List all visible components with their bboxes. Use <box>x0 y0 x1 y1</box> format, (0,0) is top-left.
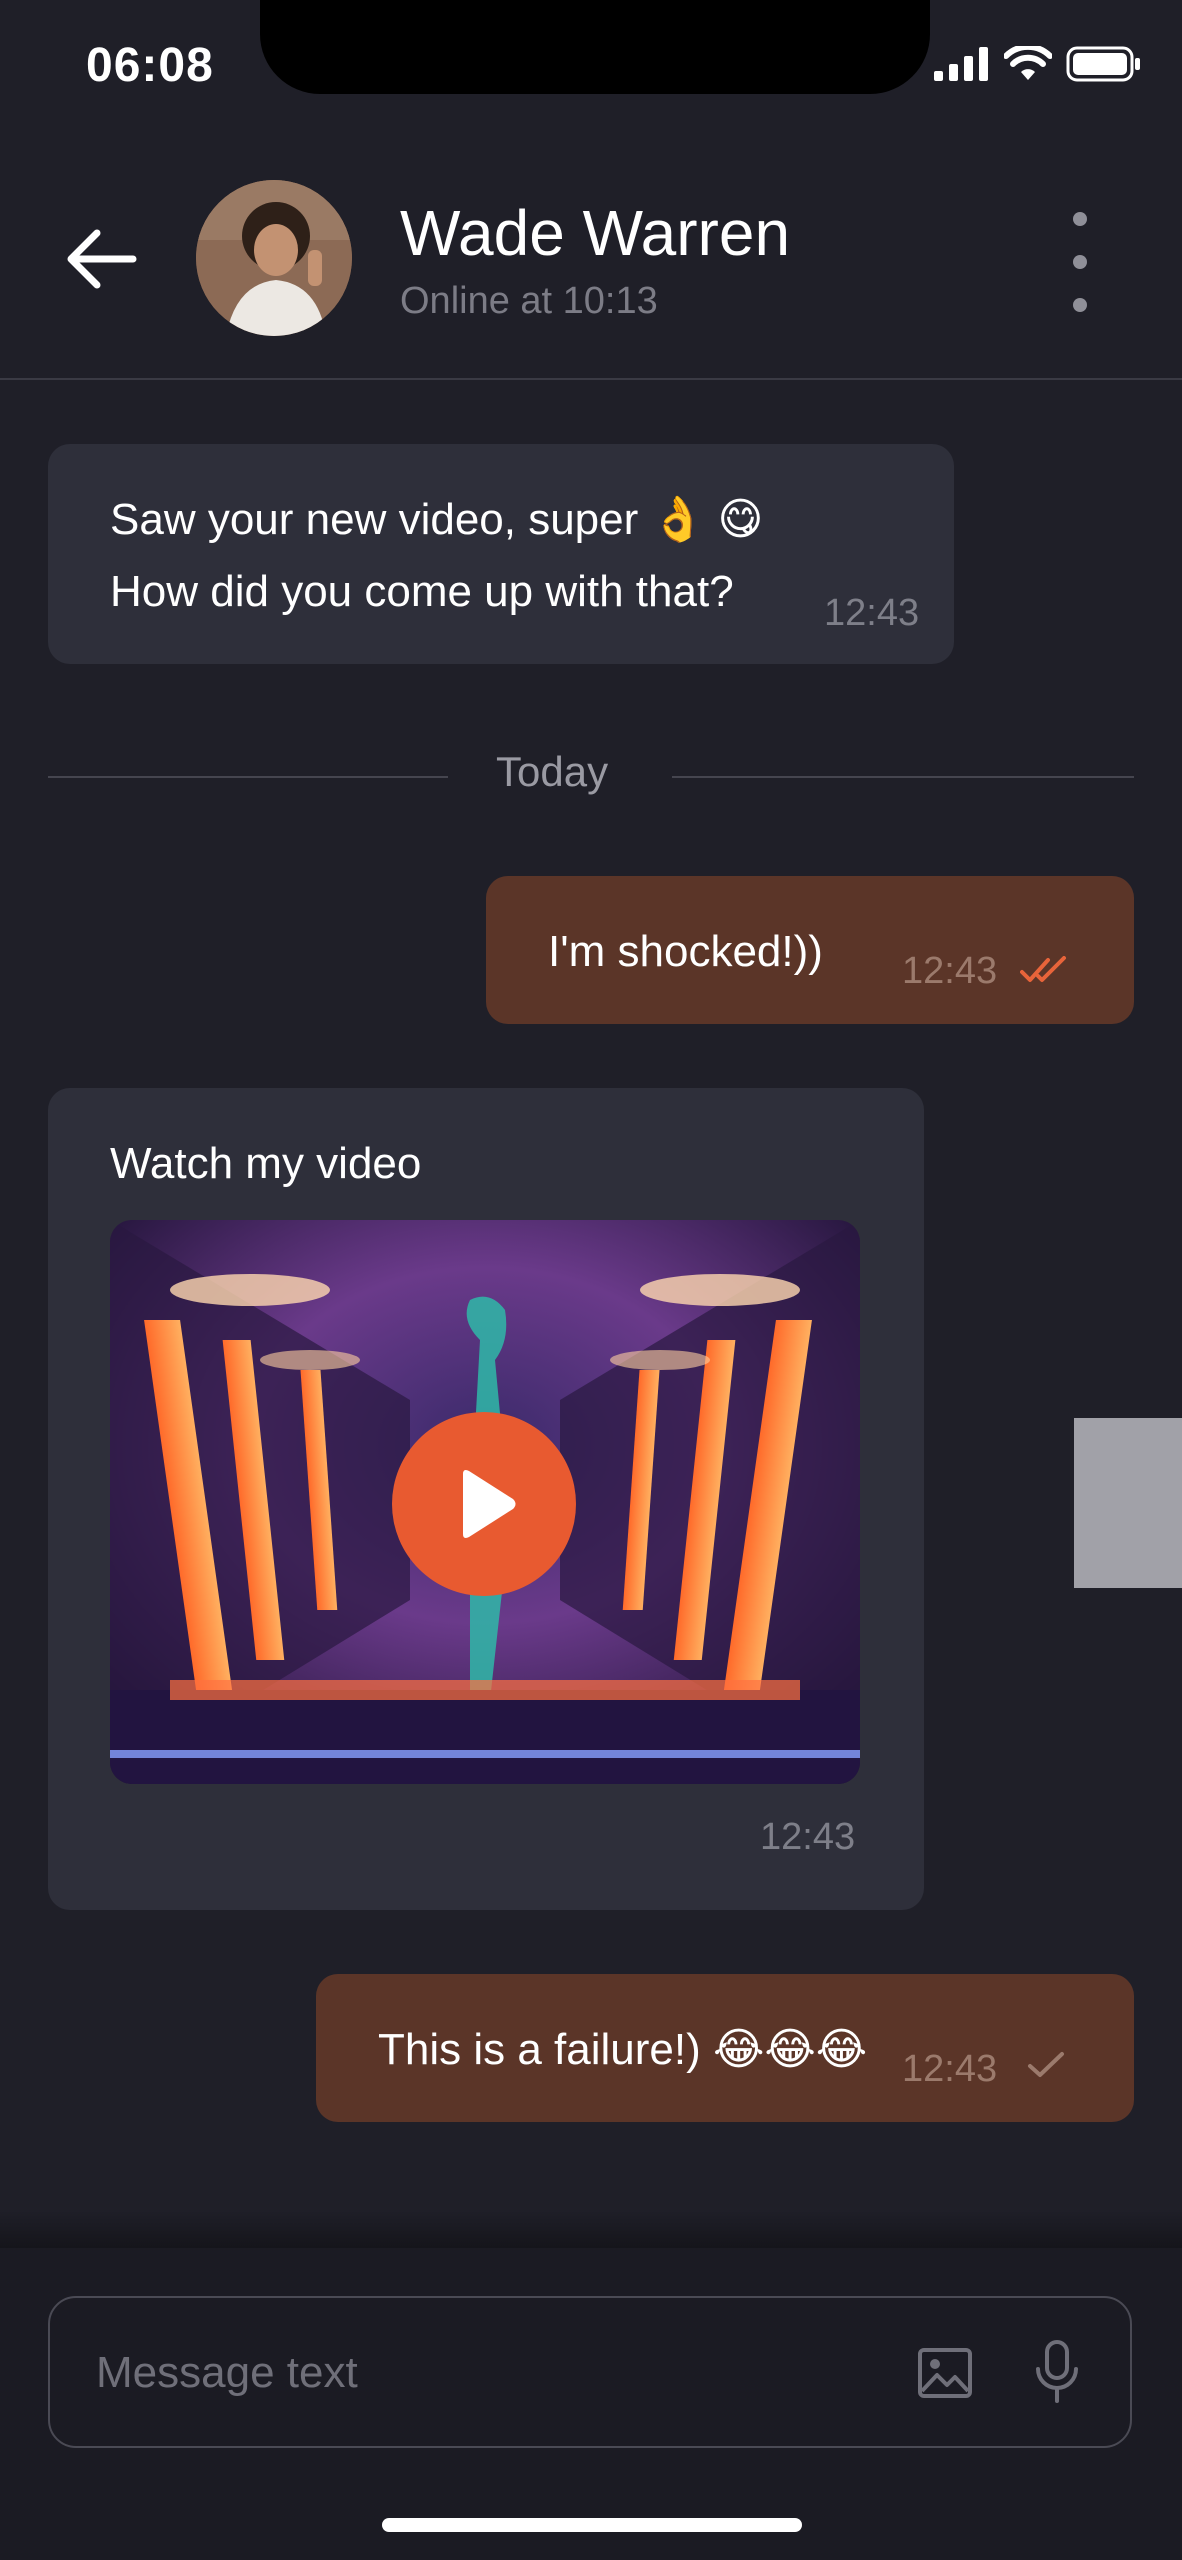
contact-status: Online at 10:13 <box>400 280 658 322</box>
side-handle[interactable] <box>1074 1418 1182 1588</box>
contact-name: Wade Warren <box>400 197 791 269</box>
message-input[interactable] <box>94 2340 858 2406</box>
home-indicator <box>382 2518 802 2532</box>
message-time: 12:43 <box>902 2048 998 2090</box>
microphone-button[interactable] <box>1026 2332 1088 2412</box>
date-divider-line <box>672 776 1134 778</box>
date-divider-label: Today <box>496 748 609 795</box>
more-dots-icon <box>1073 212 1087 226</box>
message-text: Saw your new video, super 👌 😋 <box>110 495 764 544</box>
message-time: 12:43 <box>902 950 998 992</box>
message-text: This is a failure!) 😂😂😂 <box>378 2025 868 2074</box>
contact-avatar[interactable] <box>196 180 352 336</box>
message-text: I'm shocked!)) <box>548 927 823 976</box>
status-time: 06:08 <box>86 39 214 92</box>
play-icon <box>463 1470 516 1538</box>
image-icon <box>918 2348 972 2398</box>
arrow-left-icon <box>67 229 137 289</box>
composer-shadow <box>0 2210 1182 2250</box>
more-options-button[interactable] <box>1060 212 1100 312</box>
header-divider <box>0 378 1182 380</box>
back-button[interactable] <box>50 214 150 304</box>
message-text: Watch my video <box>110 1139 422 1188</box>
message-text: How did you come up with that? <box>110 567 734 616</box>
avatar-image <box>196 180 352 336</box>
message-time: 12:43 <box>824 592 920 634</box>
wifi-icon <box>1004 46 1052 80</box>
status-icons <box>934 46 1142 82</box>
battery-icon <box>1066 46 1140 82</box>
double-check-icon <box>1020 956 1066 982</box>
cellular-signal-icon <box>934 47 988 81</box>
microphone-icon <box>1036 2340 1078 2403</box>
check-icon <box>1028 2052 1064 2077</box>
message-time: 12:43 <box>760 1816 856 1858</box>
attach-image-button[interactable] <box>912 2340 978 2406</box>
play-button[interactable] <box>392 1412 576 1596</box>
device-notch <box>260 0 930 94</box>
date-divider-line <box>48 776 448 778</box>
